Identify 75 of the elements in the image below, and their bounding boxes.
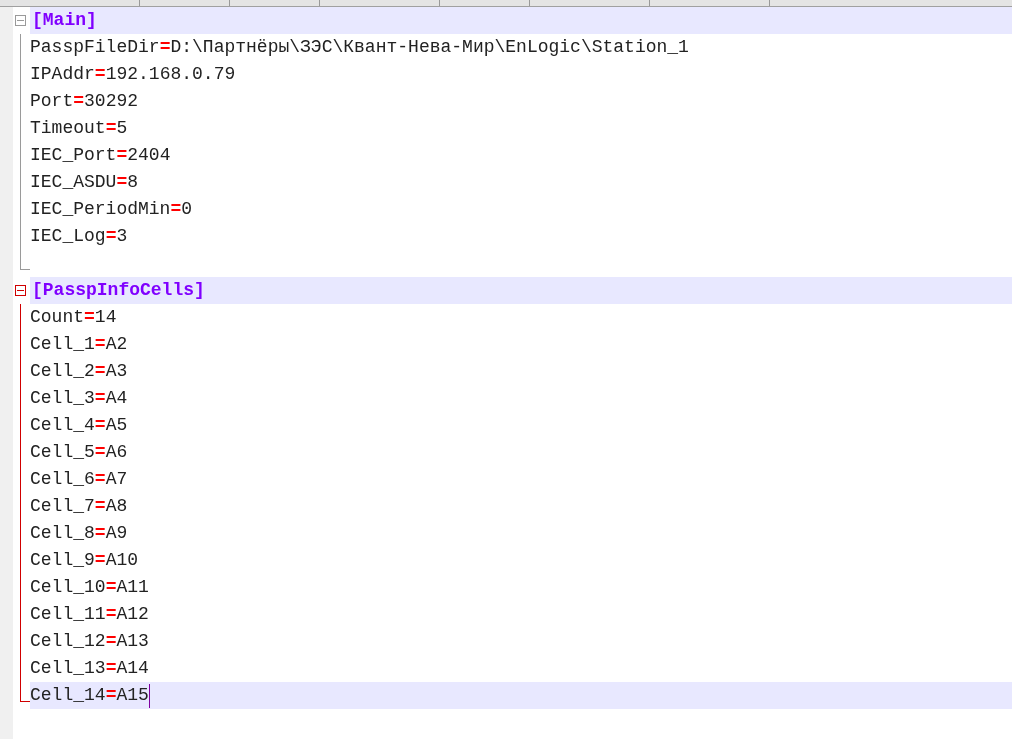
ini-key: Cell_14	[30, 682, 106, 709]
ini-value: 3	[116, 225, 128, 248]
equals-sign: =	[94, 63, 106, 86]
ini-value: A10	[105, 549, 139, 572]
ini-value: A13	[116, 630, 149, 653]
ini-key: IEC_ASDU	[30, 169, 117, 196]
equals-sign: =	[73, 90, 85, 113]
ini-value: A8	[105, 495, 128, 518]
equals-sign: =	[94, 360, 106, 383]
ini-key: Cell_8	[30, 520, 95, 547]
ini-key: Cell_1	[30, 331, 95, 358]
equals-sign: =	[105, 630, 117, 653]
ini-value: A2	[105, 333, 128, 356]
equals-sign: =	[94, 495, 106, 518]
ini-key: IPAddr	[30, 61, 95, 88]
ini-key: Cell_7	[30, 493, 95, 520]
ini-value: A7	[105, 468, 128, 491]
ini-key: Cell_13	[30, 655, 106, 682]
equals-sign: =	[116, 171, 128, 194]
equals-sign: =	[105, 603, 117, 626]
equals-sign: =	[94, 333, 106, 356]
ini-value: A3	[105, 360, 128, 383]
ini-value: A11	[116, 576, 149, 599]
equals-sign: =	[170, 198, 182, 221]
equals-sign: =	[105, 576, 117, 599]
fold-end-line	[20, 701, 30, 702]
ini-key: Cell_11	[30, 601, 106, 628]
ini-key: PasspFileDir	[30, 34, 160, 61]
ini-value: 192.168.0.79	[105, 63, 236, 86]
equals-sign: =	[94, 387, 106, 410]
ini-key: Timeout	[30, 115, 106, 142]
equals-sign: =	[94, 522, 106, 545]
equals-sign: =	[84, 306, 95, 329]
ini-value: A14	[116, 657, 149, 680]
ini-value: A12	[116, 603, 149, 626]
ini-value: A6	[105, 441, 128, 464]
ini-key: IEC_Port	[30, 142, 117, 169]
equals-sign: =	[105, 225, 117, 248]
ini-value: 14	[94, 306, 117, 329]
ini-value: 8	[127, 171, 139, 194]
ini-key: Cell_6	[30, 466, 95, 493]
section-header: [Main]	[31, 9, 97, 32]
ini-key: Port	[30, 88, 74, 115]
equals-sign: =	[105, 684, 117, 707]
ini-value: D:\Партнёры\ЗЭС\Квант-Нева-Мир\EnLogic\Station_1	[170, 36, 689, 59]
equals-sign: =	[159, 36, 171, 59]
ini-value: A4	[105, 387, 128, 410]
equals-sign: =	[105, 117, 117, 140]
ini-key: Cell_2	[30, 358, 95, 385]
ini-value: 30292	[84, 90, 139, 113]
ini-key: Cell_5	[30, 439, 95, 466]
fold-end-line	[20, 269, 30, 270]
section-header: [PasspInfoCells]	[31, 279, 205, 302]
ini-key: Count	[30, 304, 84, 331]
fold-toggle-icon[interactable]	[15, 15, 26, 26]
equals-sign: =	[105, 657, 117, 680]
equals-sign: =	[94, 441, 106, 464]
ini-value: A9	[105, 522, 128, 545]
ini-key: Cell_9	[30, 547, 95, 574]
fold-toggle-icon[interactable]	[15, 285, 26, 296]
ini-value: A15	[116, 684, 149, 707]
ini-key: Cell_12	[30, 628, 106, 655]
equals-sign: =	[94, 414, 106, 437]
ini-key: IEC_Log	[30, 223, 106, 250]
ini-value: 5	[116, 117, 128, 140]
ini-key: Cell_4	[30, 412, 95, 439]
ini-value: A5	[105, 414, 128, 437]
ini-value: 0	[181, 198, 193, 221]
ini-key: Cell_3	[30, 385, 95, 412]
equals-sign: =	[94, 468, 106, 491]
equals-sign: =	[116, 144, 128, 167]
ini-key: Cell_10	[30, 574, 106, 601]
ini-value: 2404	[127, 144, 171, 167]
ini-key: IEC_PeriodMin	[30, 196, 171, 223]
equals-sign: =	[94, 549, 106, 572]
